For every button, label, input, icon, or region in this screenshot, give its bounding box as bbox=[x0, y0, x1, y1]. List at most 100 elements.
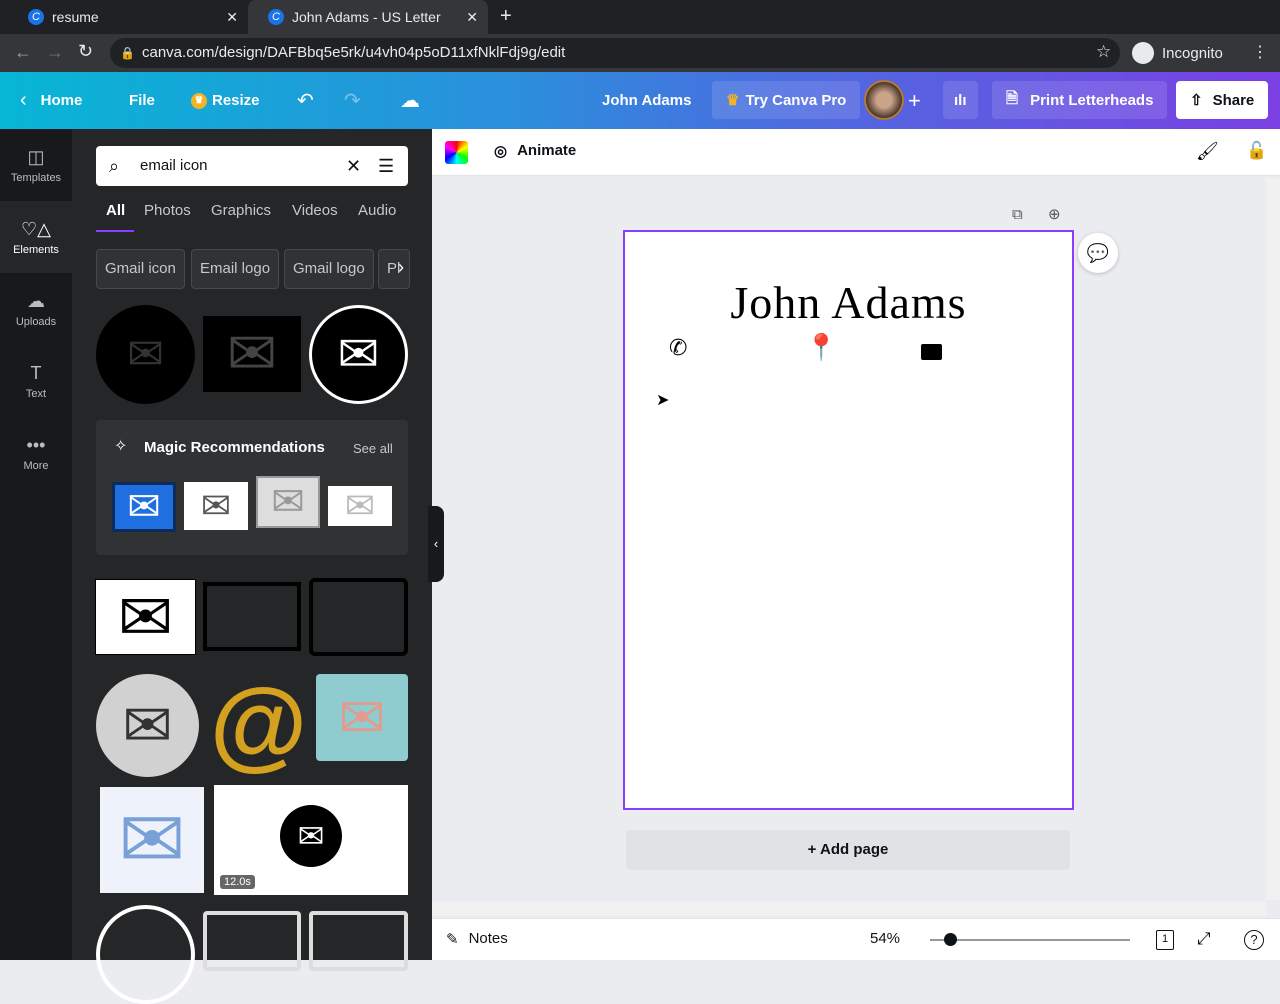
more-icon: ••• bbox=[26, 435, 46, 455]
share-button[interactable]: ⇧ Share bbox=[1176, 81, 1269, 119]
mouse-cursor-icon: ➤ bbox=[656, 392, 670, 409]
see-all-link[interactable]: See all bbox=[353, 441, 393, 456]
lock-icon[interactable]: 🔓 bbox=[1246, 141, 1267, 161]
location-pin-icon[interactable]: 📍 bbox=[805, 332, 837, 363]
browser-tab[interactable]: Cresume ✕ bbox=[8, 0, 248, 34]
phone-icon[interactable]: ✆ bbox=[669, 335, 687, 361]
reload-icon[interactable]: ↻ bbox=[78, 41, 93, 62]
rail-text[interactable]: T Text bbox=[0, 345, 72, 417]
email-graphic[interactable] bbox=[309, 911, 408, 971]
duplicate-page-icon[interactable]: ⧉ bbox=[1012, 206, 1023, 223]
print-letterheads-button[interactable]: 🗎 Print Letterheads bbox=[992, 81, 1168, 119]
filter-tab-audio[interactable]: Audio bbox=[358, 202, 396, 219]
resize-button[interactable]: ♛ Resize bbox=[191, 72, 260, 129]
upload-icon: ⇧ bbox=[1190, 92, 1203, 109]
suggestion-chip[interactable]: Gmail icon bbox=[96, 249, 185, 289]
filter-tab-graphics[interactable]: Graphics bbox=[211, 202, 271, 219]
design-page[interactable]: John Adams ✆ 📍 bbox=[623, 230, 1074, 810]
clear-icon[interactable]: ✕ bbox=[346, 146, 361, 186]
bar-chart-icon: ılı bbox=[954, 91, 967, 109]
horizontal-scrollbar[interactable] bbox=[432, 902, 1266, 916]
notes-button[interactable]: ✎ Notes bbox=[446, 930, 508, 948]
email-graphic[interactable] bbox=[96, 905, 195, 1004]
cloud-upload-icon: ☁ bbox=[27, 291, 45, 311]
filter-icon[interactable]: ☰ bbox=[378, 146, 394, 186]
email-graphic[interactable]: ✉ bbox=[96, 674, 199, 777]
filter-tab-videos[interactable]: Videos bbox=[292, 202, 338, 219]
forward-icon[interactable]: → bbox=[46, 42, 64, 63]
email-graphic[interactable] bbox=[203, 582, 301, 651]
cloud-saved-icon[interactable]: ☁ bbox=[400, 72, 420, 129]
avatar[interactable] bbox=[864, 80, 904, 120]
zoom-level[interactable]: 54% bbox=[870, 930, 900, 947]
close-tab-icon[interactable]: ✕ bbox=[466, 9, 478, 26]
email-bubble-graphic[interactable]: ✉ bbox=[316, 674, 408, 761]
suggestion-chip[interactable]: Gmail logo bbox=[284, 249, 374, 289]
document-title[interactable]: John Adams bbox=[602, 72, 691, 129]
tab-title: resume bbox=[52, 9, 99, 25]
new-tab-icon[interactable]: + bbox=[500, 5, 512, 28]
page-count-button[interactable]: 1 bbox=[1156, 930, 1174, 950]
add-page-button[interactable]: + Add page bbox=[626, 830, 1070, 870]
zoom-slider-handle[interactable] bbox=[944, 933, 957, 946]
paint-format-icon[interactable]: 🖌 bbox=[1196, 141, 1219, 162]
url-input[interactable]: 🔒 canva.com/design/DAFBbq5e5rk/u4vh04p5oD… bbox=[110, 38, 1120, 68]
incognito-badge[interactable]: Incognito bbox=[1132, 40, 1223, 66]
try-canva-pro-button[interactable]: ♛ Try Canva Pro bbox=[712, 81, 861, 119]
share-label: Share bbox=[1212, 91, 1255, 109]
rail-elements[interactable]: ♡△ Elements bbox=[0, 201, 72, 273]
add-collaborator-icon[interactable]: + bbox=[908, 72, 921, 129]
add-page-icon[interactable]: ⊕ bbox=[1048, 205, 1061, 223]
email-graphic[interactable]: ✉ bbox=[256, 476, 320, 528]
home-button[interactable]: ‹ Home bbox=[20, 72, 82, 129]
suggestion-chip[interactable]: Pl bbox=[378, 249, 410, 289]
try-pro-label: Try Canva Pro bbox=[745, 91, 847, 109]
chevron-right-icon[interactable]: › bbox=[398, 257, 404, 278]
rail-more[interactable]: ••• More bbox=[0, 417, 72, 489]
collapse-panel-handle[interactable]: ‹ bbox=[428, 506, 444, 582]
email-icon[interactable] bbox=[921, 344, 942, 360]
rail-templates[interactable]: ◫ Templates bbox=[0, 129, 72, 201]
rail-label: Templates bbox=[10, 172, 62, 184]
search-input[interactable]: ⌕ email icon ✕ ☰ bbox=[96, 146, 408, 186]
undo-icon[interactable]: ↶ bbox=[297, 72, 314, 129]
filter-tab-photos[interactable]: Photos bbox=[144, 202, 191, 219]
name-heading[interactable]: John Adams bbox=[625, 276, 1072, 329]
email-graphic[interactable]: ✉ bbox=[309, 305, 408, 404]
animate-icon: ◎ bbox=[494, 143, 508, 160]
email-graphic[interactable]: ✉ bbox=[203, 316, 301, 392]
insights-button[interactable]: ılı bbox=[943, 81, 978, 119]
fullscreen-icon[interactable]: ⤢ bbox=[1197, 929, 1211, 949]
browser-tab-active[interactable]: C John Adams - US Letter ✕ bbox=[248, 0, 488, 34]
at-sign-graphic[interactable]: @ bbox=[207, 674, 310, 777]
file-menu-button[interactable]: File bbox=[129, 72, 155, 129]
redo-icon[interactable]: ↷ bbox=[344, 72, 361, 129]
menu-icon[interactable]: ⋮ bbox=[1252, 42, 1268, 62]
back-icon[interactable]: ← bbox=[14, 42, 32, 63]
email-graphic[interactable]: ✉ bbox=[112, 482, 176, 532]
open-envelope-graphic[interactable]: ✉ bbox=[100, 787, 204, 893]
email-graphic[interactable] bbox=[203, 911, 301, 971]
email-graphic[interactable]: ✉ bbox=[95, 579, 196, 655]
email-video[interactable]: ✉ 12.0s bbox=[214, 785, 408, 895]
zoom-slider[interactable] bbox=[930, 933, 1130, 946]
editor-toolbar: ◎ Animate 🖌 🔓 bbox=[432, 129, 1280, 176]
email-graphic[interactable]: ✉ bbox=[96, 305, 195, 404]
star-icon[interactable]: ☆ bbox=[1096, 42, 1111, 62]
rail-label: More bbox=[23, 460, 49, 472]
animate-button[interactable]: ◎ Animate bbox=[494, 142, 576, 160]
email-graphic[interactable]: ✉ bbox=[184, 482, 248, 530]
templates-icon: ◫ bbox=[27, 147, 45, 167]
close-tab-icon[interactable]: ✕ bbox=[226, 9, 238, 26]
vertical-scrollbar[interactable] bbox=[1266, 178, 1280, 900]
filter-tab-all[interactable]: All bbox=[106, 202, 125, 219]
help-icon[interactable]: ? bbox=[1244, 930, 1264, 950]
suggestion-chip[interactable]: Email logo bbox=[191, 249, 280, 289]
rail-uploads[interactable]: ☁ Uploads bbox=[0, 273, 72, 345]
url-text: canva.com/design/DAFBbq5e5rk/u4vh04p5oD1… bbox=[142, 44, 566, 61]
email-graphic[interactable] bbox=[309, 578, 408, 656]
tab-title: John Adams - US Letter bbox=[292, 9, 441, 25]
color-picker-button[interactable] bbox=[445, 141, 468, 164]
add-comment-icon[interactable]: 💬 bbox=[1078, 233, 1118, 273]
email-graphic[interactable]: ✉ bbox=[328, 486, 392, 526]
